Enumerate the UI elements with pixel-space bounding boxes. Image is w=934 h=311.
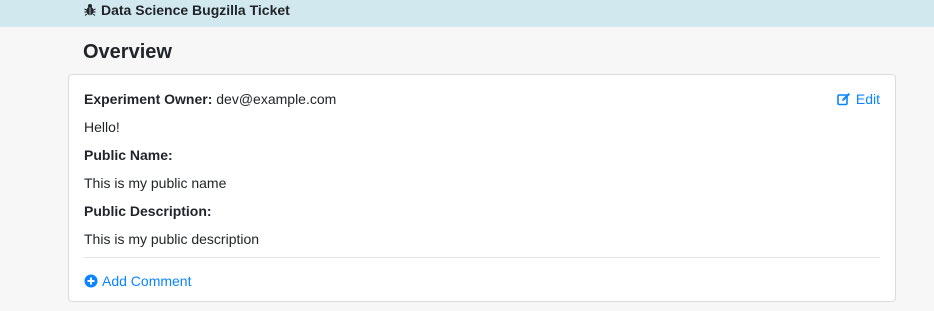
public-name-value: This is my public name: [84, 175, 227, 191]
top-bar: Data Science Bugzilla Ticket: [0, 0, 934, 27]
page-title: Overview: [83, 41, 172, 63]
divider: [84, 257, 880, 258]
add-comment-button[interactable]: Add Comment: [84, 272, 191, 290]
message-text: Hello!: [84, 119, 120, 135]
add-comment-label[interactable]: Add Comment: [102, 272, 191, 290]
experiment-owner-row: Experiment Owner: dev@example.com: [84, 90, 336, 108]
plus-circle-icon[interactable]: [84, 274, 98, 288]
public-description-value: This is my public description: [84, 231, 260, 247]
public-description-label: Public Description:: [84, 203, 212, 219]
experiment-owner-label: Experiment Owner:: [84, 91, 213, 107]
overview-card: Experiment Owner: dev@example.com Edit H…: [68, 74, 896, 302]
edit-icon[interactable]: [837, 92, 851, 106]
bugzilla-ticket-label[interactable]: Data Science Bugzilla Ticket: [101, 2, 290, 18]
edit-button[interactable]: Edit: [837, 90, 880, 108]
edit-label[interactable]: Edit: [856, 90, 880, 108]
bug-icon: [84, 3, 96, 16]
public-name-label: Public Name:: [84, 147, 173, 163]
experiment-owner-value: dev@example.com: [216, 91, 337, 107]
bugzilla-ticket-link[interactable]: Data Science Bugzilla Ticket: [84, 1, 290, 18]
